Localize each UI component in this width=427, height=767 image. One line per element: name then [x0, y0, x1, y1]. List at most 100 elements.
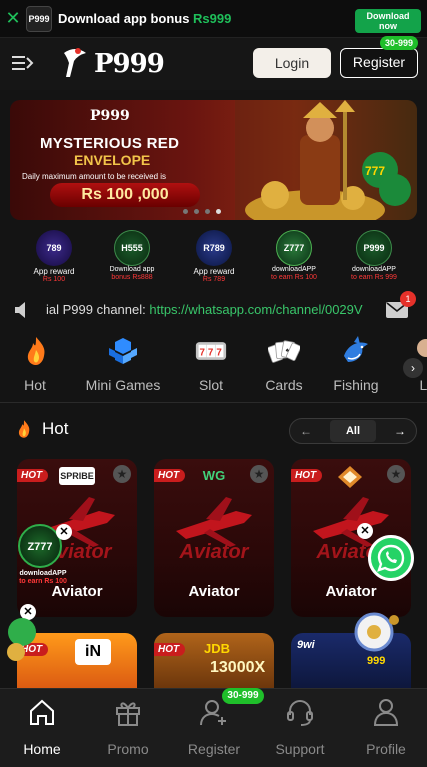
tab-hot[interactable]: Hot [20, 336, 50, 393]
register-button[interactable]: Register [340, 48, 418, 78]
header: P999 Login Register [0, 38, 427, 90]
app-rewards-row: 789 App reward Rs 100 H555 Download app … [0, 230, 427, 290]
app-reward-item[interactable]: R789 App reward Rs 789 [184, 230, 244, 284]
banner-dot[interactable] [205, 209, 210, 214]
svg-text:777: 777 [365, 164, 385, 178]
mail-count-badge: 1 [400, 291, 416, 307]
app-reward-item[interactable]: Z777 downloadAPP to earn Rs 100 [264, 230, 324, 282]
section-divider [0, 402, 427, 403]
announcement-link[interactable]: https://whatsapp.com/channel/0029V [149, 302, 362, 317]
tab-label: Li [419, 377, 427, 393]
provider-logo: JDB [204, 641, 231, 656]
shark-icon [344, 336, 368, 362]
bottom-nav: Home Promo Register Support Profile [0, 688, 427, 767]
close-icon[interactable]: ✕ [357, 523, 373, 539]
announcement-text[interactable]: ial P999 channel: https://whatsapp.com/c… [46, 302, 376, 317]
game-name: Aviator [188, 583, 240, 600]
fire-icon [27, 337, 45, 365]
floating-character-icon [7, 618, 36, 661]
provider-logo-icon [338, 466, 362, 488]
app-reward-amount: to earn Rs 999 [351, 274, 397, 281]
tab-label: Mini Games [85, 377, 161, 393]
download-now-button[interactable]: Download now [355, 9, 421, 33]
nav-label: Profile [366, 741, 406, 757]
provider-logo: iN [75, 639, 111, 665]
z777-promo-line1: downloadAPP [19, 570, 67, 577]
app-reward-amount: Rs 100 [42, 276, 66, 283]
app-reward-item[interactable]: H555 Download app bonus Rs888 [102, 230, 162, 282]
banner-king-illustration: 777 [235, 100, 417, 220]
tab-cards[interactable]: ♠ Cards [262, 336, 306, 393]
tab-label: Fishing [333, 377, 379, 393]
tab-slot[interactable]: 7 7 7 Slot [191, 336, 231, 393]
tab-mini-games[interactable]: Mini Games [82, 336, 164, 393]
favorite-star-icon[interactable]: ★ [113, 465, 131, 483]
logo-text: P999 [94, 49, 165, 79]
download-bonus-amount: Rs999 [193, 11, 232, 26]
close-icon[interactable]: ✕ [56, 524, 72, 540]
login-button[interactable]: Login [253, 48, 331, 78]
favorite-star-icon[interactable]: ★ [250, 465, 268, 483]
whatsapp-icon [377, 544, 405, 572]
app-reward-item[interactable]: P999 downloadAPP to earn Rs 999 [344, 230, 404, 282]
hot-badge: HOT [17, 469, 49, 482]
provider-logo: WG [202, 468, 226, 483]
nav-label: Promo [107, 741, 149, 757]
game-name: Aviator [325, 583, 377, 600]
z777-promo-line2: to earn Rs 100 [19, 578, 67, 585]
multiplier-text: 13000X [210, 659, 266, 676]
hot-pager: ← All → [289, 418, 417, 444]
cubes-icon [109, 338, 137, 364]
banner-logo: P999 [90, 108, 130, 124]
logo-mark-icon [64, 48, 86, 77]
nav-home[interactable]: Home [7, 697, 77, 757]
speaker-icon [15, 302, 25, 318]
nav-register[interactable]: Register [179, 697, 249, 757]
nav-label: Register [187, 741, 241, 757]
category-next-icon[interactable]: › [403, 358, 423, 378]
hot-badge: HOT [154, 469, 186, 482]
whatsapp-button[interactable] [368, 535, 414, 581]
svg-text:7: 7 [199, 347, 204, 358]
banner-dot[interactable] [183, 209, 188, 214]
person-icon [373, 699, 399, 726]
app-reward-label: App reward [193, 267, 235, 276]
favorite-star-icon[interactable]: ★ [387, 465, 405, 483]
hot-badge: HOT [154, 643, 186, 656]
playing-cards-icon: ♠ [267, 340, 302, 363]
nav-profile[interactable]: Profile [351, 697, 421, 757]
announcement-prefix: ial P999 channel: [46, 302, 150, 317]
headset-icon [287, 699, 313, 726]
banner-dot[interactable] [194, 209, 199, 214]
view-all-button[interactable]: All [330, 420, 376, 442]
banner-title-line2: ENVELOPE [74, 152, 151, 168]
fire-icon [18, 420, 30, 438]
gift-icon [116, 702, 140, 726]
app-reward-amount: to earn Rs 100 [271, 274, 317, 281]
app-z777-icon: Z777 [276, 230, 312, 266]
nav-support[interactable]: Support [265, 697, 335, 757]
app-reward-label: downloadAPP [272, 266, 316, 273]
banner-dot-active[interactable] [216, 209, 221, 214]
svg-text:7: 7 [208, 347, 213, 358]
tab-label: Slot [198, 377, 224, 393]
game-logo: 9wi [297, 639, 315, 651]
close-icon[interactable]: ✕ [0, 8, 26, 29]
hot-section-header: Hot [14, 418, 68, 440]
game-card[interactable]: HOT WG ★ Aviator Aviator [154, 459, 274, 617]
promo-banner[interactable]: P999 MYSTERIOUS RED ENVELOPE Daily maxim… [10, 100, 417, 220]
menu-arrow-icon[interactable] [12, 54, 34, 72]
site-logo[interactable]: P999 [58, 44, 165, 84]
arrow-right-icon[interactable]: → [394, 424, 406, 438]
nav-promo[interactable]: Promo [93, 697, 163, 757]
arrow-left-icon[interactable]: ← [300, 424, 312, 438]
register-bonus-badge: 30-999 [380, 36, 418, 50]
download-now-label-2: now [379, 21, 397, 31]
app-reward-amount: Rs 789 [202, 276, 226, 283]
tab-fishing[interactable]: Fishing [332, 336, 380, 393]
category-tabs: Hot Mini Games 7 7 7 Slot ♠ Cards Fishin… [0, 336, 427, 396]
tab-label: Cards [265, 377, 303, 393]
app-reward-item[interactable]: 789 App reward Rs 100 [24, 230, 84, 284]
app-reward-amount: bonus Rs888 [111, 274, 153, 281]
home-icon [30, 699, 54, 725]
